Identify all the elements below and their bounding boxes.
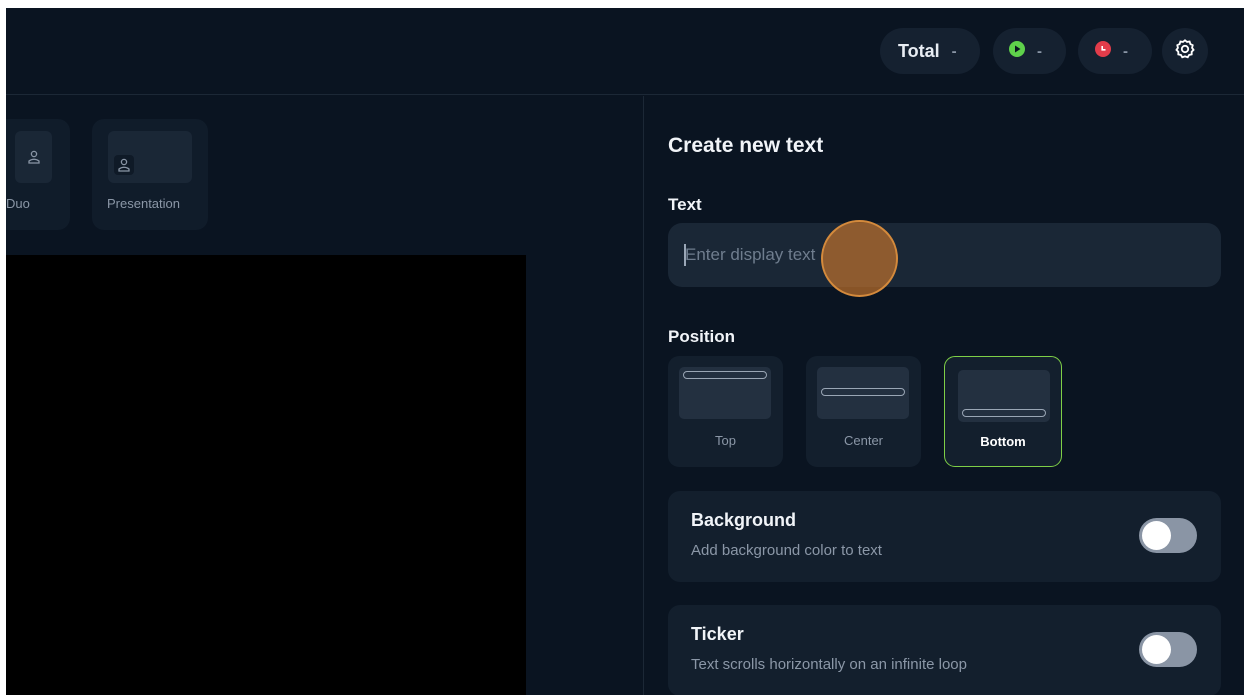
position-label-center: Center (843, 433, 884, 448)
background-option: Background Add background color to text (668, 491, 1221, 582)
background-option-description: Add background color to text (691, 542, 882, 559)
layout-option-presentation[interactable]: Presentation (92, 119, 208, 230)
text-section-label: Text (668, 195, 702, 214)
text-bar-indicator (683, 371, 767, 379)
layout-thumbnail (15, 131, 52, 183)
layout-option-duo[interactable]: Duo (6, 119, 70, 230)
recording-status-pill[interactable]: - (1078, 28, 1152, 74)
live-value: - (1037, 42, 1042, 60)
record-icon (1095, 40, 1111, 62)
click-indicator (821, 220, 898, 297)
position-label-bottom: Bottom (980, 434, 1026, 449)
recording-value: - (1123, 42, 1128, 60)
top-bar: Total - - - (6, 8, 1244, 95)
position-thumbnail (817, 367, 909, 419)
gear-icon (1174, 38, 1196, 65)
layout-label-duo: Duo (6, 196, 30, 211)
play-icon (1009, 40, 1025, 62)
layout-thumbnail (108, 131, 192, 183)
text-caret (684, 244, 686, 266)
app-window: Total - - - Duo Presentation Create new … (6, 8, 1244, 695)
position-label-top: Top (715, 433, 736, 448)
create-text-panel: Create new text Text Position Top Center… (643, 96, 1244, 695)
position-option-center[interactable]: Center (806, 356, 921, 467)
position-option-top[interactable]: Top (668, 356, 783, 467)
background-toggle[interactable] (1139, 518, 1197, 553)
text-bar-indicator (962, 409, 1046, 417)
background-option-title: Background (691, 510, 797, 530)
panel-title: Create new text (668, 134, 824, 157)
position-thumbnail (679, 367, 771, 419)
user-icon (114, 155, 134, 175)
text-bar-indicator (821, 388, 905, 396)
display-text-input[interactable] (668, 223, 1221, 287)
live-status-pill[interactable]: - (993, 28, 1066, 74)
ticker-option: Ticker Text scrolls horizontally on an i… (668, 605, 1221, 695)
stream-preview (6, 255, 526, 695)
total-viewers-pill[interactable]: Total - (880, 28, 980, 74)
position-section-label: Position (668, 327, 736, 346)
layout-label-presentation: Presentation (107, 196, 180, 211)
toggle-knob (1142, 521, 1171, 550)
user-icon (24, 147, 44, 167)
settings-button[interactable] (1162, 28, 1208, 74)
ticker-option-description: Text scrolls horizontally on an infinite… (691, 656, 967, 673)
ticker-option-title: Ticker (691, 624, 744, 644)
position-thumbnail (958, 370, 1050, 422)
ticker-toggle[interactable] (1139, 632, 1197, 667)
position-option-bottom[interactable]: Bottom (944, 356, 1062, 467)
total-value: - (951, 42, 957, 60)
toggle-knob (1142, 635, 1171, 664)
total-label: Total (898, 40, 940, 61)
